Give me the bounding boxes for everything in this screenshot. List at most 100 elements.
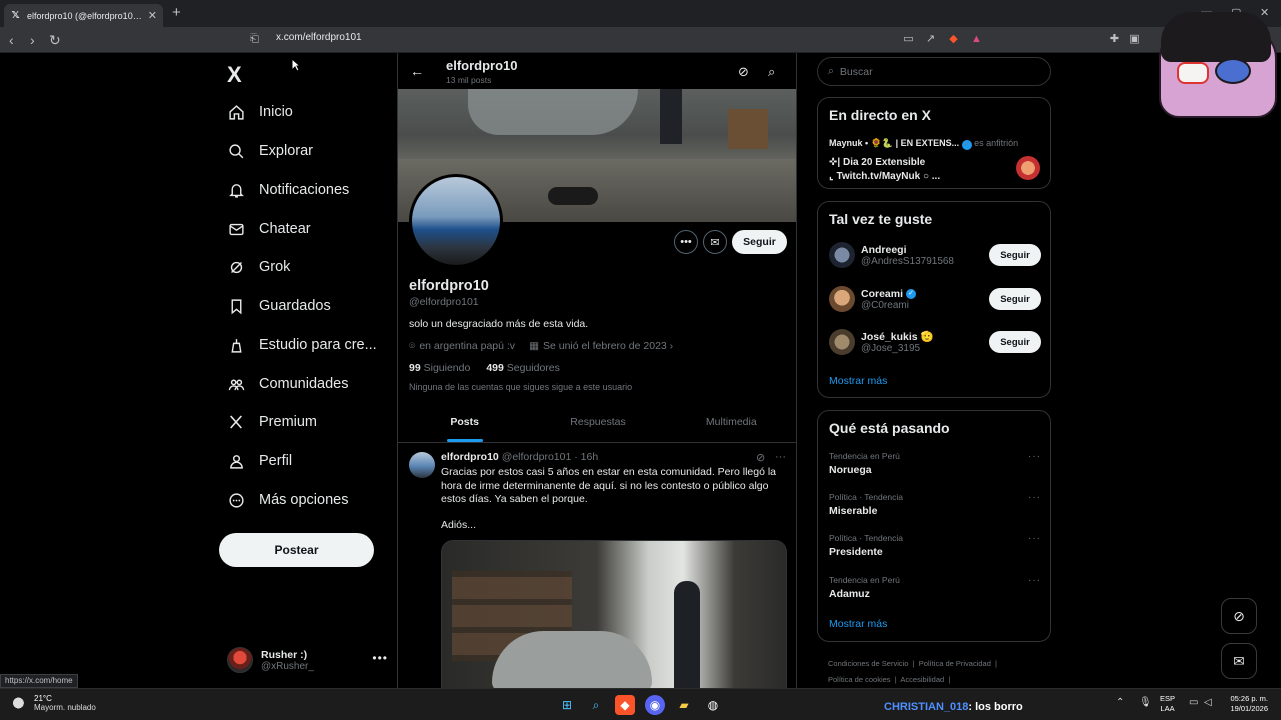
back-arrow-icon[interactable]: ← xyxy=(410,63,424,79)
live-stream-title[interactable]: ✜| Dia 20 Extensible ⌞ Twitch.tv/MayNuk … xyxy=(829,156,940,183)
chevron-up-icon[interactable]: ⌃ xyxy=(1116,697,1124,708)
microphone-icon[interactable]: 🎙 xyxy=(1139,697,1152,708)
suggested-user[interactable]: Coreami ✓ @C0reami Seguir xyxy=(829,284,1041,314)
footer-link[interactable]: Condiciones de Servicio xyxy=(828,659,908,668)
brave-browser-icon[interactable]: ◆ xyxy=(615,695,635,715)
reload-icon[interactable]: ↻ xyxy=(49,32,61,48)
tweet-author[interactable]: elfordpro10 xyxy=(441,451,499,463)
weather-desc: Mayorm. nublado xyxy=(34,703,96,712)
tab-close-icon[interactable]: ✕ xyxy=(148,9,157,22)
nav-item-comunidades[interactable]: Comunidades xyxy=(227,373,348,395)
show-more-link[interactable]: Mostrar más xyxy=(829,618,887,630)
language-indicator[interactable]: ESP LAA xyxy=(1160,694,1175,714)
search-icon[interactable]: ⌕ xyxy=(586,695,606,715)
browser-tab[interactable]: 𝕏 elfordpro10 (@elfordpro101) / X ✕ xyxy=(4,4,163,27)
share-icon[interactable]: ↗ xyxy=(924,33,937,46)
nav-item-chatear[interactable]: Chatear xyxy=(227,218,311,240)
more-dots-icon[interactable]: ··· xyxy=(1028,451,1041,462)
suggested-user[interactable]: José_kukis 🫡 @Jose_3195 Seguir xyxy=(829,327,1041,357)
sidebar-icon[interactable]: ▣ xyxy=(1128,33,1141,46)
nav-item-explorar[interactable]: Explorar xyxy=(227,140,313,162)
grok-icon: ⊘ xyxy=(1233,607,1245,624)
address-bar[interactable]: x.com/elfordpro101 xyxy=(276,32,362,43)
footer-link[interactable]: Política de Privacidad xyxy=(919,659,991,668)
brave-rewards-icon[interactable]: ▲ xyxy=(970,33,983,46)
forward-icon[interactable]: › xyxy=(30,32,35,48)
search-icon[interactable]: ⌕ xyxy=(768,64,775,80)
new-tab-button[interactable]: + xyxy=(172,4,181,21)
show-more-link[interactable]: Mostrar más xyxy=(829,375,887,387)
nav-item-notificaciones[interactable]: Notificaciones xyxy=(227,179,349,201)
tab-posts[interactable]: Posts xyxy=(398,401,531,442)
streamer-avatar-overlay xyxy=(1155,6,1279,124)
live-host-line[interactable]: Maynuk • 🌻🐍 | EN EXTENS... ✓ es anfitrió… xyxy=(829,138,1018,150)
discord-icon[interactable]: ◉ xyxy=(645,695,665,715)
join-date[interactable]: ▦ Se unió el febrero de 2023 › xyxy=(529,340,673,353)
trend-item[interactable]: Tendencia en Perú Adamuz ··· xyxy=(829,575,1041,600)
grok-icon[interactable]: ⊘ xyxy=(756,451,765,464)
grok-icon[interactable]: ⊘ xyxy=(738,64,749,80)
extensions-icon[interactable]: ✚ xyxy=(1108,33,1121,46)
nav-item-grok[interactable]: Grok xyxy=(227,256,290,278)
clock[interactable]: 05:26 p. m. 19/01/2026 xyxy=(1222,694,1268,714)
profile-avatar[interactable] xyxy=(409,174,503,268)
post-button[interactable]: Postear xyxy=(219,533,374,567)
following-link[interactable]: 99 Siguiendo xyxy=(409,362,470,374)
tweet[interactable]: elfordpro10 @elfordpro101 · 16h ⊘ ··· Gr… xyxy=(398,444,796,688)
nav-item-perfil[interactable]: Perfil xyxy=(227,450,292,472)
trend-item[interactable]: Tendencia en Perú Noruega ··· xyxy=(829,451,1041,476)
follow-button[interactable]: Seguir xyxy=(989,288,1041,310)
tab-respuestas[interactable]: Respuestas xyxy=(531,401,664,442)
card-title: En directo en X xyxy=(829,107,931,123)
follow-button[interactable]: Seguir xyxy=(732,230,787,254)
nav-item-estudio[interactable]: Estudio para cre... xyxy=(227,334,377,356)
sticker-eye-shape xyxy=(1177,62,1209,84)
tweet-farewell: Adiós... xyxy=(441,519,477,531)
follow-stats: 99 Siguiendo 499 Seguidores xyxy=(409,362,560,374)
more-dots-icon[interactable]: ··· xyxy=(775,451,786,463)
account-name: Rusher :) xyxy=(261,648,308,661)
weather-widget[interactable]: 21°C Mayorm. nublado xyxy=(12,694,96,712)
grok-floating-button[interactable]: ⊘ xyxy=(1221,598,1257,634)
followers-count: 499 xyxy=(486,362,504,374)
footer-link[interactable]: Política de cookies xyxy=(828,675,891,684)
messages-floating-button[interactable]: ✉ xyxy=(1221,643,1257,679)
nav-item-label: Premium xyxy=(259,414,318,430)
search-input[interactable]: ⌕ Buscar xyxy=(817,57,1051,86)
windows-start-icon[interactable]: ⊞ xyxy=(557,695,577,715)
back-icon[interactable]: ‹ xyxy=(9,32,14,48)
avatar[interactable] xyxy=(409,452,435,478)
follow-button[interactable]: Seguir xyxy=(989,331,1041,353)
volume-icon[interactable]: ◁ xyxy=(1204,697,1212,708)
nav-item-guardados[interactable]: Guardados xyxy=(227,295,331,317)
bookmark-page-icon[interactable]: ⎗ xyxy=(248,33,261,46)
trend-item[interactable]: Política · Tendencia Presidente ··· xyxy=(829,533,1041,558)
folder-icon[interactable]: ▰ xyxy=(674,695,694,715)
nav-item-premium[interactable]: Premium xyxy=(227,411,317,433)
tab-multimedia[interactable]: Multimedia xyxy=(665,401,796,442)
nav-item-inicio[interactable]: Inicio xyxy=(227,101,293,123)
more-dots-icon[interactable]: ••• xyxy=(372,651,388,665)
account-switcher[interactable]: Rusher :) @xRusher_ ••• xyxy=(227,643,392,677)
calendar-icon: ▦ xyxy=(529,340,539,352)
trend-item[interactable]: Política · Tendencia Miserable ··· xyxy=(829,492,1041,517)
suggested-user[interactable]: Andreegi @AndresS13791568 Seguir xyxy=(829,240,1041,270)
live-host-name: Maynuk • 🌻🐍 | EN EXTENS... xyxy=(829,138,960,148)
message-button[interactable]: ✉ xyxy=(703,230,727,254)
more-dots-icon[interactable]: ··· xyxy=(1028,533,1041,544)
more-options-button[interactable]: ••• xyxy=(674,230,698,254)
more-dots-icon[interactable]: ··· xyxy=(1028,575,1041,586)
follow-button[interactable]: Seguir xyxy=(989,244,1041,266)
avatar[interactable] xyxy=(1016,156,1040,180)
network-icon[interactable]: ▭ xyxy=(1189,697,1198,708)
tweet-image[interactable] xyxy=(441,540,787,688)
x-logo[interactable]: X xyxy=(227,62,242,88)
mail-icon xyxy=(227,220,245,238)
brave-shield-icon[interactable]: ◆ xyxy=(947,33,960,46)
app-icon[interactable]: ◍ xyxy=(703,695,723,715)
nav-item-mas-opciones[interactable]: Más opciones xyxy=(227,489,348,511)
followers-link[interactable]: 499 Seguidores xyxy=(486,362,560,374)
cast-icon[interactable]: ▭ xyxy=(902,33,915,46)
footer-link[interactable]: Accesibilidad xyxy=(900,675,944,684)
more-dots-icon[interactable]: ··· xyxy=(1028,492,1041,503)
